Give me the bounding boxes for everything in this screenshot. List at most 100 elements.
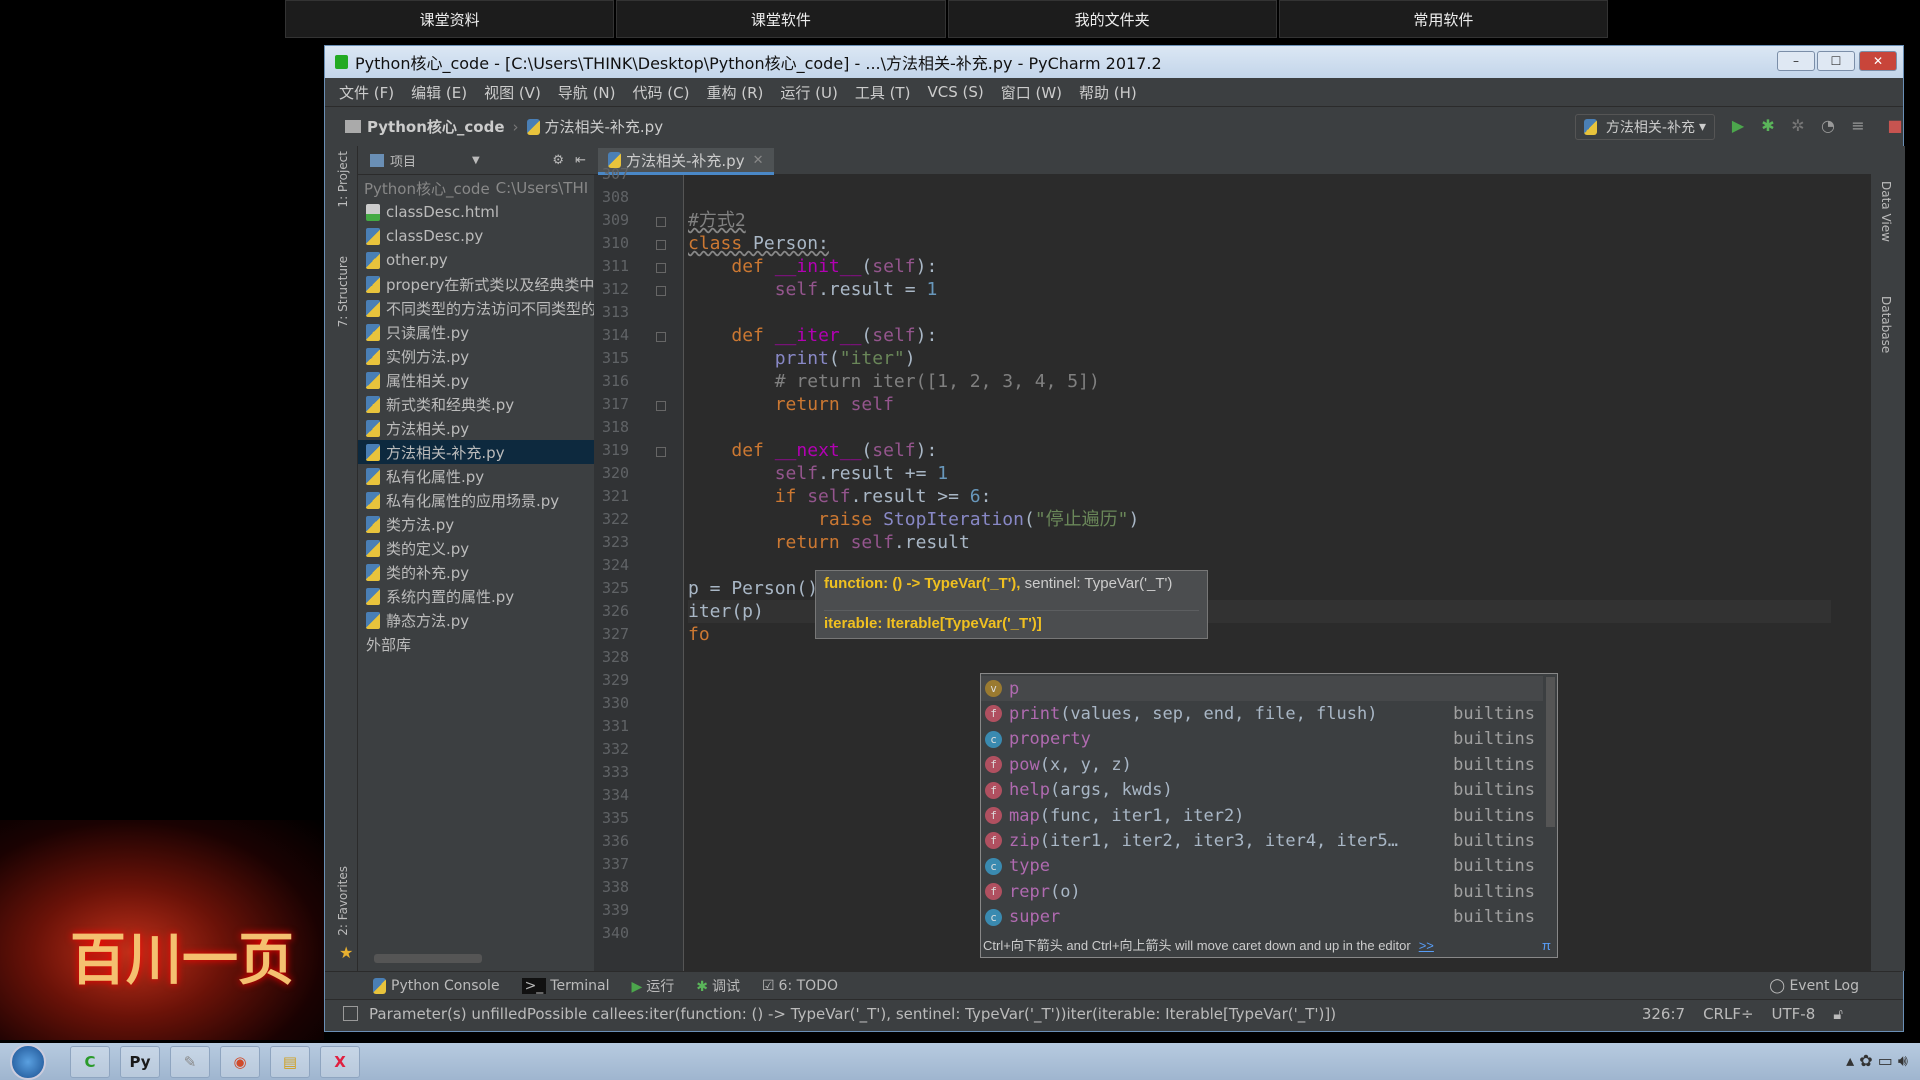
menu-item[interactable]: 运行 (U): [780, 82, 837, 103]
project-tool-tab[interactable]: 1: Project: [336, 151, 350, 208]
stop-icon[interactable]: ■: [1885, 116, 1905, 136]
fold-marker-icon[interactable]: [656, 401, 666, 411]
favorites-tool-tab[interactable]: 2: Favorites: [336, 866, 350, 936]
run-configuration-select[interactable]: 方法相关-补充 ▾: [1574, 114, 1715, 140]
menu-item[interactable]: 重构 (R): [706, 82, 763, 103]
top-tab[interactable]: 课堂软件: [616, 0, 946, 38]
python-console-tab[interactable]: Python Console: [373, 977, 500, 994]
run-tab[interactable]: ▶ 运行: [631, 976, 674, 996]
taskbar-app[interactable]: ▤: [270, 1046, 310, 1078]
line-separator[interactable]: CRLF÷: [1703, 1005, 1753, 1023]
taskbar-app[interactable]: ✎: [170, 1046, 210, 1078]
menu-item[interactable]: VCS (S): [927, 83, 983, 101]
tree-file[interactable]: 静态方法.py: [358, 608, 594, 632]
database-tool-tab[interactable]: Database: [1879, 296, 1893, 353]
completion-item[interactable]: f map (func, iter1, iter2) builtins: [981, 803, 1543, 828]
tree-file[interactable]: 实例方法.py: [358, 344, 594, 368]
menu-item[interactable]: 文件 (F): [339, 82, 394, 103]
chevron-down-icon[interactable]: ▼: [472, 155, 480, 166]
status-message: Parameter(s) unfilledPossible callees:it…: [369, 1004, 1337, 1023]
gear-icon[interactable]: ⚙: [552, 153, 564, 168]
file-encoding[interactable]: UTF-8: [1772, 1005, 1816, 1023]
fold-marker-icon[interactable]: [656, 286, 666, 296]
tree-file[interactable]: classDesc.html: [358, 200, 594, 224]
completion-item[interactable]: f pow (x, y, z) builtins: [981, 752, 1543, 777]
completion-item[interactable]: f help (args, kwds) builtins: [981, 778, 1543, 803]
debug-tab[interactable]: ✱ 调试: [696, 976, 740, 996]
structure-tool-tab[interactable]: 7: Structure: [336, 256, 350, 327]
pi-icon[interactable]: π: [1542, 935, 1551, 957]
collapse-icon[interactable]: ⇤: [575, 153, 586, 168]
toggle-tool-windows-icon[interactable]: [343, 1006, 358, 1021]
top-tab[interactable]: 常用软件: [1278, 0, 1608, 38]
fold-marker-icon[interactable]: [656, 332, 666, 342]
tree-file[interactable]: propery在新式类以及经典类中: [358, 272, 594, 296]
tree-file[interactable]: 类的补充.py: [358, 560, 594, 584]
fold-marker-icon[interactable]: [656, 217, 666, 227]
tree-file[interactable]: 属性相关.py: [358, 368, 594, 392]
close-tab-icon[interactable]: ✕: [753, 153, 764, 168]
tree-external-libraries[interactable]: 外部库: [358, 632, 594, 656]
completion-item[interactable]: c super builtins: [981, 905, 1543, 930]
caret-position[interactable]: 326:7: [1642, 1005, 1685, 1023]
menu-item[interactable]: 工具 (T): [855, 82, 911, 103]
project-view-select[interactable]: 项目: [390, 151, 416, 170]
maximize-button[interactable]: ☐: [1817, 51, 1855, 71]
completion-scrollbar[interactable]: [1546, 677, 1555, 827]
concurrency-icon[interactable]: ≡: [1848, 116, 1868, 136]
horizontal-scrollbar[interactable]: [374, 954, 482, 963]
data-view-tool-tab[interactable]: Data View: [1879, 181, 1893, 242]
tree-file[interactable]: 类方法.py: [358, 512, 594, 536]
tree-root[interactable]: Python核心_code C:\Users\THI: [358, 176, 594, 200]
start-button[interactable]: [10, 1044, 46, 1080]
top-tab[interactable]: 我的文件夹: [947, 0, 1277, 38]
tree-file[interactable]: 方法相关-补充.py: [358, 440, 594, 464]
completion-more-link[interactable]: >>: [1419, 938, 1434, 953]
tree-file[interactable]: 只读属性.py: [358, 320, 594, 344]
completion-item[interactable]: f zip (iter1, iter2, iter3, iter4, iter5… b…: [981, 828, 1543, 853]
completion-item[interactable]: c property builtins: [981, 727, 1543, 752]
breadcrumb-project[interactable]: Python核心_code: [367, 116, 505, 137]
completion-item[interactable]: c type builtins: [981, 854, 1543, 879]
fold-marker-icon[interactable]: [656, 240, 666, 250]
taskbar-app[interactable]: C: [70, 1046, 110, 1078]
menu-item[interactable]: 编辑 (E): [411, 82, 467, 103]
completion-item[interactable]: f print (values, sep, end, file, flush) bui…: [981, 701, 1543, 726]
tree-file[interactable]: 新式类和经典类.py: [358, 392, 594, 416]
taskbar-app[interactable]: Py: [120, 1046, 160, 1078]
completion-item[interactable]: vp: [981, 676, 1543, 701]
fold-marker-icon[interactable]: [656, 447, 666, 457]
close-button[interactable]: ✕: [1859, 51, 1897, 71]
terminal-tab[interactable]: >_ Terminal: [521, 977, 609, 994]
debug-icon[interactable]: ✱: [1758, 116, 1778, 136]
event-log-tab[interactable]: ◯ Event Log: [1769, 978, 1859, 994]
menu-item[interactable]: 视图 (V): [484, 82, 541, 103]
todo-tab[interactable]: ☑ 6: TODO: [762, 978, 838, 994]
menu-item[interactable]: 窗口 (W): [1001, 82, 1062, 103]
lock-icon[interactable]: 🔓︎: [1833, 1005, 1843, 1023]
tree-file[interactable]: 不同类型的方法访问不同类型的: [358, 296, 594, 320]
tree-file[interactable]: 系统内置的属性.py: [358, 584, 594, 608]
completion-hint: Ctrl+向下箭头 and Ctrl+向上箭头 will move caret …: [983, 938, 1411, 953]
tree-file[interactable]: 类的定义.py: [358, 536, 594, 560]
tree-file[interactable]: 方法相关.py: [358, 416, 594, 440]
completion-item[interactable]: f repr (o) builtins: [981, 879, 1543, 904]
breadcrumb-file[interactable]: 方法相关-补充.py: [545, 116, 664, 137]
tree-file[interactable]: other.py: [358, 248, 594, 272]
coverage-icon[interactable]: ✲: [1788, 116, 1808, 136]
profile-icon[interactable]: ◔: [1818, 116, 1838, 136]
top-tab[interactable]: 课堂资料: [285, 0, 615, 38]
completion-item[interactable]: finput(prompt)builtins: [981, 930, 1543, 935]
tree-file[interactable]: 私有化属性的应用场景.py: [358, 488, 594, 512]
system-tray-icons[interactable]: ▴ ✿ ▭ 🔊︎: [1846, 1051, 1908, 1071]
menu-item[interactable]: 导航 (N): [558, 82, 616, 103]
taskbar-app[interactable]: X: [320, 1046, 360, 1078]
menu-item[interactable]: 帮助 (H): [1079, 82, 1137, 103]
minimize-button[interactable]: –: [1777, 51, 1815, 71]
run-icon[interactable]: ▶: [1728, 116, 1748, 136]
tree-file[interactable]: 私有化属性.py: [358, 464, 594, 488]
menu-item[interactable]: 代码 (C): [633, 82, 690, 103]
tree-file[interactable]: classDesc.py: [358, 224, 594, 248]
fold-marker-icon[interactable]: [656, 263, 666, 273]
taskbar-app[interactable]: ◉: [220, 1046, 260, 1078]
